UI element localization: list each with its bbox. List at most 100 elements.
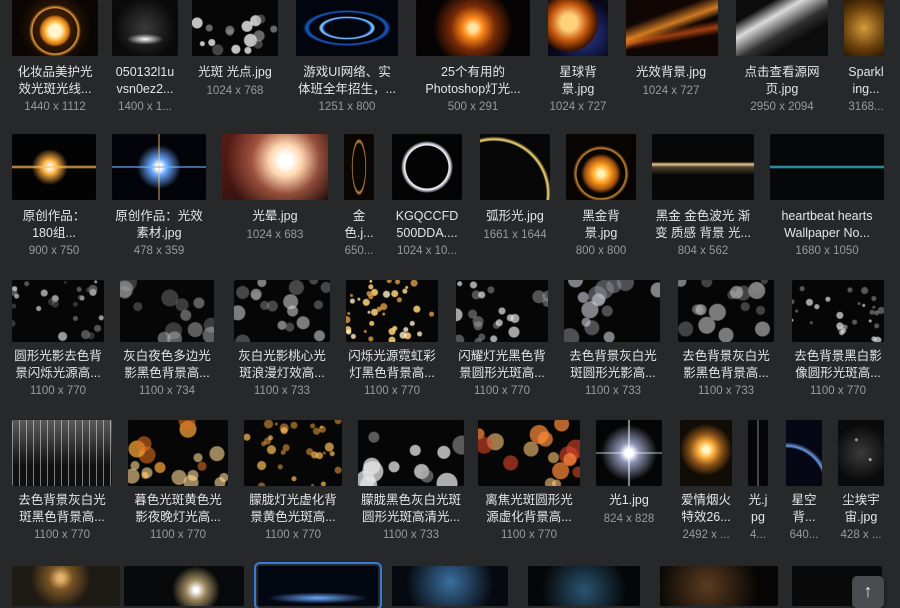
file-thumbnail[interactable] (124, 566, 244, 606)
file-thumbnail[interactable] (234, 280, 330, 342)
file-thumbnail[interactable] (596, 420, 662, 486)
file-dimensions: 428 x ... (840, 529, 882, 541)
file-thumbnail[interactable] (528, 566, 640, 606)
file-name: 光1.jpg (609, 493, 649, 507)
file-name: 黑金 金色波光 渐 变 质感 背景 光... (655, 209, 751, 240)
file-thumbnail[interactable] (12, 280, 104, 342)
file-name: 050132l1u vsn0ez2... (115, 65, 175, 96)
file-dimensions: 1100 x 770 (809, 385, 867, 397)
file-thumbnail[interactable] (792, 280, 884, 342)
file-thumbnail[interactable] (128, 420, 228, 486)
file-thumbnail[interactable] (12, 0, 98, 56)
file-thumbnail[interactable] (12, 134, 96, 200)
file-name: 灰白夜色多边光 影黑色背景高... (123, 349, 211, 380)
file-dimensions: 2950 x 2094 (750, 101, 814, 113)
file-thumbnail[interactable] (678, 280, 774, 342)
file-name: 尘埃宇 宙.jpg (842, 493, 880, 524)
file-thumbnail[interactable] (112, 134, 206, 200)
file-dimensions: 1440 x 1112 (24, 101, 86, 113)
file-thumbnail[interactable] (358, 420, 464, 486)
file-name: 去色背景灰白光 斑黑色背景高... (18, 493, 106, 524)
file-name: 金 色.j... (344, 209, 374, 240)
file-dimensions: 1100 x 770 (264, 529, 322, 541)
file-name: 光斑 光点.jpg (198, 65, 272, 79)
file-name: 星球背 景.jpg (559, 65, 597, 96)
file-dimensions: 1100 x 734 (138, 385, 196, 397)
file-dimensions: 1100 x 770 (149, 529, 207, 541)
file-name: 游戏UI网络、实 体班全年招生，... (298, 65, 396, 96)
file-dimensions: 1100 x 770 (473, 385, 531, 397)
arrow-up-icon: ↑ (863, 581, 873, 601)
file-dimensions: 1024 x 727 (642, 84, 700, 97)
file-dimensions: 4... (750, 529, 766, 541)
file-name: 闪烁光源霓虹彩 灯黑色背景高... (348, 349, 436, 380)
file-thumbnail[interactable] (192, 0, 278, 56)
file-thumbnail[interactable] (626, 0, 718, 56)
file-thumbnail[interactable] (844, 0, 884, 56)
file-name: 弧形光.jpg (486, 209, 544, 223)
file-name: 暮色光斑黄色光 影夜晚灯光高... (134, 493, 222, 524)
file-dimensions: 3168... (848, 101, 884, 113)
file-thumbnail[interactable] (660, 566, 778, 606)
file-thumbnail[interactable] (652, 134, 754, 200)
file-name: Sparkl ing... (848, 65, 884, 96)
file-thumbnail[interactable] (736, 0, 828, 56)
file-thumbnail[interactable] (748, 420, 768, 486)
file-dimensions: 640... (789, 529, 819, 541)
file-thumbnail[interactable] (838, 420, 884, 486)
file-thumbnail[interactable] (296, 0, 398, 56)
file-thumbnail[interactable] (222, 134, 328, 200)
file-dimensions: 1100 x 770 (29, 385, 87, 397)
file-dimensions: 1251 x 800 (318, 101, 376, 113)
file-name: 点击查看源网 页.jpg (744, 65, 820, 96)
file-thumbnail[interactable] (244, 420, 342, 486)
file-dimensions: 1100 x 770 (500, 529, 558, 541)
file-thumbnail[interactable] (566, 134, 636, 200)
file-thumbnail[interactable] (12, 566, 120, 606)
file-dimensions: 824 x 828 (603, 512, 655, 525)
file-thumbnail[interactable] (548, 0, 608, 56)
file-dimensions: 1024 x 727 (549, 101, 607, 113)
file-name: 光晕.jpg (252, 209, 298, 223)
file-dimensions: 2492 x ... (682, 529, 730, 541)
file-name: 星空 背... (791, 493, 817, 524)
file-dimensions: 900 x 750 (28, 245, 80, 257)
file-thumbnail[interactable] (416, 0, 530, 56)
file-thumbnail[interactable] (456, 280, 548, 342)
file-dimensions: 1100 x 733 (697, 385, 755, 397)
file-dimensions: 800 x 800 (575, 245, 627, 257)
file-thumbnail[interactable] (112, 0, 178, 56)
file-thumbnail[interactable] (392, 134, 462, 200)
file-name: 灰白光影桃心光 斑浪漫灯效高... (238, 349, 326, 380)
file-dimensions: 1100 x 733 (382, 529, 440, 541)
file-thumbnail[interactable] (564, 280, 660, 342)
scroll-to-top-button[interactable]: ↑ (852, 576, 884, 608)
file-thumbnail[interactable] (346, 280, 438, 342)
file-thumbnail[interactable] (344, 134, 374, 200)
file-thumbnail[interactable] (120, 280, 214, 342)
file-dimensions: 1680 x 1050 (795, 245, 859, 257)
file-thumbnail[interactable] (480, 134, 550, 200)
file-dimensions: 1024 x 683 (246, 228, 304, 241)
file-thumbnail[interactable] (680, 420, 732, 486)
file-thumbnail[interactable] (786, 420, 822, 486)
file-name: 圆形光影去色背 景闪烁光源高... (14, 349, 102, 380)
file-dimensions: 1100 x 733 (584, 385, 642, 397)
file-dimensions: 1400 x 1... (118, 101, 172, 113)
file-thumbnail[interactable] (254, 562, 382, 608)
file-name: 原创作品： 180组... (22, 209, 86, 240)
file-name: 闪耀灯光黑色背 景圆形光斑高... (458, 349, 546, 380)
file-thumbnail[interactable] (478, 420, 580, 486)
file-dimensions: 1024 x 768 (206, 84, 264, 97)
file-thumbnail[interactable] (12, 420, 112, 486)
file-thumbnail[interactable] (392, 566, 508, 606)
file-dimensions: 1100 x 770 (33, 529, 91, 541)
file-dimensions: 804 x 562 (677, 245, 729, 257)
file-name: 朦胧灯光虚化背 景黄色光斑高... (249, 493, 337, 524)
file-dimensions: 1100 x 770 (363, 385, 421, 397)
file-name: 爱情烟火 特效26... (680, 493, 731, 524)
file-name: 25个有用的 Photoshop灯光... (425, 65, 521, 96)
file-name: 化妆品美护光 效光斑光线... (17, 65, 93, 96)
file-thumbnail[interactable] (770, 134, 884, 200)
file-name: 光效背景.jpg (635, 65, 707, 79)
